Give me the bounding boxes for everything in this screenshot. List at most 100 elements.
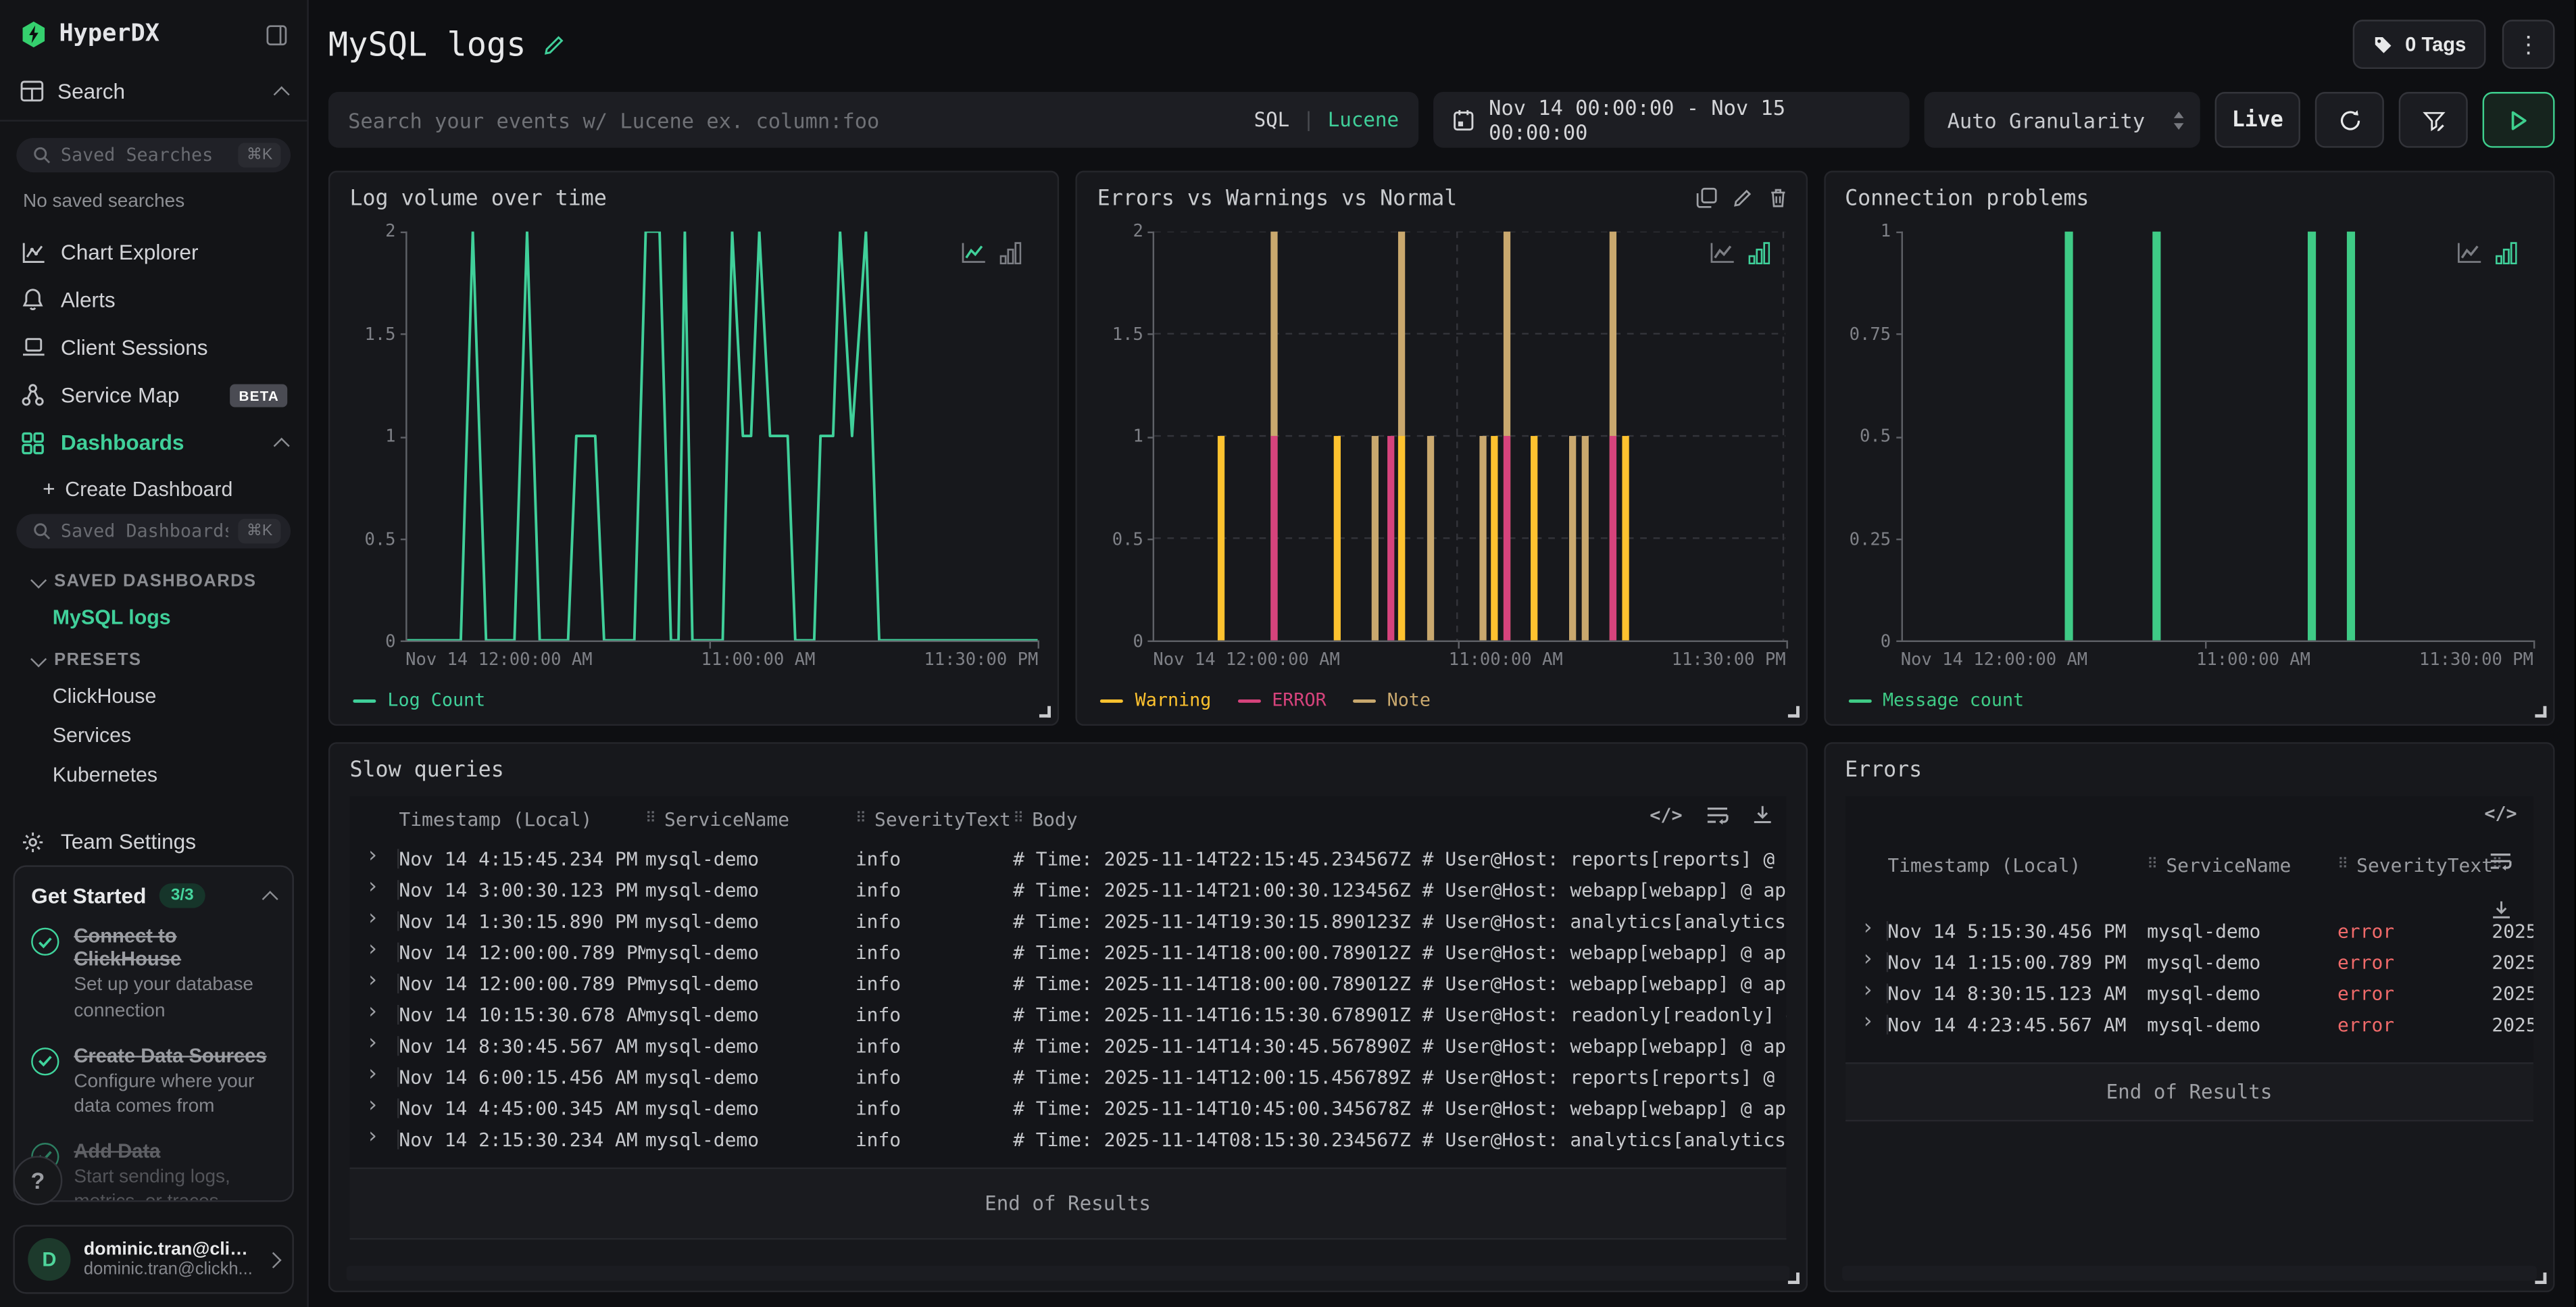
table-row[interactable]: ›Nov 14 4:23:45.567 AMmysql-demoerror202… — [1845, 1008, 2533, 1039]
legend-item[interactable]: Log Count — [353, 689, 485, 711]
table-row[interactable]: ›Nov 14 2:15:30.234 AMmysql-demoinfo# Ti… — [350, 1123, 1786, 1154]
row-expander-icon[interactable]: › — [350, 1035, 399, 1055]
live-button[interactable]: Live — [2215, 92, 2300, 148]
row-expander-icon[interactable]: › — [1845, 920, 1887, 940]
preset-item-clickhouse[interactable]: ClickHouse — [0, 677, 307, 716]
sidebar-item-team-settings[interactable]: Team Settings — [0, 818, 307, 866]
chart-plot-area[interactable] — [405, 232, 1038, 642]
edit-title-icon[interactable] — [543, 32, 567, 56]
section-presets[interactable]: PRESETS — [0, 638, 307, 677]
table-row[interactable]: ›Nov 14 8:30:45.567 AMmysql-demoinfo# Ti… — [350, 1029, 1786, 1060]
column-header[interactable]: ⠿ServiceName — [645, 808, 856, 831]
row-expander-icon[interactable]: › — [350, 973, 399, 993]
table-row[interactable]: ›Nov 14 4:15:45.234 PMmysql-demoinfo# Ti… — [350, 842, 1786, 873]
dashboard-menu-button[interactable]: ⋮ — [2502, 20, 2555, 69]
sidebar-item-dashboards[interactable]: Dashboards — [0, 419, 307, 466]
sidebar-item-service-map[interactable]: Service Map BETA — [0, 372, 307, 419]
tags-button[interactable]: 0 Tags — [2352, 20, 2485, 69]
preset-item-services[interactable]: Services — [0, 716, 307, 756]
sidebar-item-client-sessions[interactable]: Client Sessions — [0, 324, 307, 371]
chart-plot-area[interactable] — [1153, 232, 1785, 642]
sidebar-item-chart-explorer[interactable]: Chart Explorer — [0, 228, 307, 276]
edit-icon[interactable] — [1731, 187, 1753, 209]
preset-item-kubernetes[interactable]: Kubernetes — [0, 756, 307, 795]
table-row[interactable]: ›Nov 14 12:00:00.789 PMmysql-demoinfo# T… — [350, 967, 1786, 998]
column-drag-icon[interactable]: ⠿ — [1013, 811, 1024, 827]
legend-item[interactable]: ERROR — [1237, 689, 1327, 711]
resize-handle[interactable] — [2535, 706, 2546, 718]
table-row[interactable]: ›Nov 14 10:15:30.678 AMmysql-demoinfo# T… — [350, 998, 1786, 1029]
legend-item[interactable]: Note — [1353, 689, 1431, 711]
sidebar-item-search[interactable]: Search — [0, 66, 307, 116]
view-source-icon[interactable]: </> — [1650, 805, 1682, 827]
download-icon[interactable] — [2490, 899, 2512, 921]
date-range-picker[interactable]: Nov 14 00:00:00 - Nov 15 00:00:00 — [1433, 92, 1910, 148]
column-header[interactable]: ⠿SeverityText — [2337, 854, 2492, 877]
bar-chart-toggle-icon[interactable] — [1000, 241, 1022, 264]
table-row[interactable]: ›Nov 14 1:15:00.789 PMmysql-demoerror202… — [1845, 945, 2533, 977]
refresh-button[interactable] — [2315, 92, 2384, 148]
row-expander-icon[interactable]: › — [350, 1066, 399, 1086]
legend-item[interactable]: Warning — [1101, 689, 1212, 711]
table-row[interactable]: ›Nov 14 4:45:00.345 AMmysql-demoinfo# Ti… — [350, 1092, 1786, 1123]
download-icon[interactable] — [1752, 805, 1773, 827]
create-dashboard-button[interactable]: + Create Dashboard — [0, 467, 307, 512]
column-header[interactable]: Timestamp (Local) — [1887, 854, 2147, 877]
table-row[interactable]: ›Nov 14 8:30:15.123 AMmysql-demoerror202… — [1845, 977, 2533, 1008]
lucene-toggle[interactable]: Lucene — [1328, 108, 1399, 131]
resize-handle[interactable] — [2535, 1273, 2546, 1284]
granularity-select[interactable]: Auto Granularity — [1925, 92, 2200, 148]
wrap-lines-icon[interactable] — [1706, 806, 1729, 825]
event-search-input[interactable] — [348, 107, 1254, 132]
saved-dashboards-box[interactable]: ⌘K — [16, 514, 291, 549]
row-expander-icon[interactable]: › — [350, 1098, 399, 1117]
bar-chart-toggle-icon[interactable] — [1748, 241, 1770, 264]
dashboard-item-mysql-logs[interactable]: MySQL logs — [0, 599, 307, 638]
saved-dashboards-input[interactable] — [61, 521, 228, 543]
get-started-step[interactable]: Connect to ClickHouse Set up your databa… — [31, 925, 276, 1025]
column-drag-icon[interactable]: ⠿ — [2337, 857, 2348, 873]
column-header[interactable]: ⠿ServiceName — [2147, 854, 2337, 877]
column-header[interactable]: ⠿SeverityText — [856, 808, 1013, 831]
saved-searches-box[interactable]: ⌘K — [16, 138, 291, 173]
line-chart-toggle-icon[interactable] — [1708, 241, 1735, 264]
table-row[interactable]: ›Nov 14 6:00:15.456 AMmysql-demoinfo# Ti… — [350, 1061, 1786, 1092]
user-menu[interactable]: D dominic.tran@clic... dominic.tran@clic… — [13, 1225, 293, 1294]
duplicate-icon[interactable] — [1695, 187, 1717, 209]
delete-icon[interactable] — [1768, 187, 1787, 209]
resize-handle[interactable] — [1787, 1273, 1799, 1284]
resize-handle[interactable] — [1040, 706, 1051, 718]
wrap-lines-icon[interactable] — [2489, 852, 2512, 872]
run-query-button[interactable] — [2483, 92, 2555, 148]
row-expander-icon[interactable]: › — [350, 941, 399, 961]
legend-item[interactable]: Message count — [1848, 689, 2024, 711]
bar-chart-toggle-icon[interactable] — [2496, 241, 2517, 264]
column-drag-icon[interactable]: ⠿ — [645, 811, 656, 827]
saved-searches-input[interactable] — [61, 145, 228, 166]
chevron-up-icon[interactable] — [262, 891, 278, 907]
section-saved-dashboards[interactable]: SAVED DASHBOARDS — [0, 559, 307, 598]
chart-plot-area[interactable] — [1901, 232, 2533, 642]
row-expander-icon[interactable]: › — [1845, 983, 1887, 1002]
table-row[interactable]: ›Nov 14 12:00:00.789 PMmysql-demoinfo# T… — [350, 936, 1786, 967]
view-source-icon[interactable]: </> — [2484, 803, 2517, 824]
sidebar-item-alerts[interactable]: Alerts — [0, 276, 307, 324]
table-row[interactable]: ›Nov 14 5:15:30.456 PMmysql-demoerror202… — [1845, 914, 2533, 945]
sql-toggle[interactable]: SQL — [1254, 108, 1290, 131]
filter-button[interactable] — [2399, 92, 2468, 148]
column-drag-icon[interactable]: ⠿ — [2147, 857, 2158, 873]
get-started-step[interactable]: Add Data Start sending logs, metrics, or… — [31, 1139, 276, 1202]
sidebar-collapse-icon[interactable] — [266, 24, 288, 45]
horizontal-scrollbar[interactable] — [347, 1266, 1789, 1281]
row-expander-icon[interactable]: › — [1845, 952, 1887, 971]
help-button[interactable]: ? — [13, 1156, 62, 1205]
row-expander-icon[interactable]: › — [350, 848, 399, 868]
row-expander-icon[interactable]: › — [350, 1004, 399, 1024]
horizontal-scrollbar[interactable] — [1841, 1266, 2537, 1281]
column-header[interactable]: Timestamp (Local) — [399, 808, 645, 831]
row-expander-icon[interactable]: › — [350, 879, 399, 899]
row-expander-icon[interactable]: › — [350, 910, 399, 930]
table-row[interactable]: ›Nov 14 1:30:15.890 PMmysql-demoinfo# Ti… — [350, 905, 1786, 936]
row-expander-icon[interactable]: › — [350, 1129, 399, 1148]
row-expander-icon[interactable]: › — [1845, 1014, 1887, 1033]
